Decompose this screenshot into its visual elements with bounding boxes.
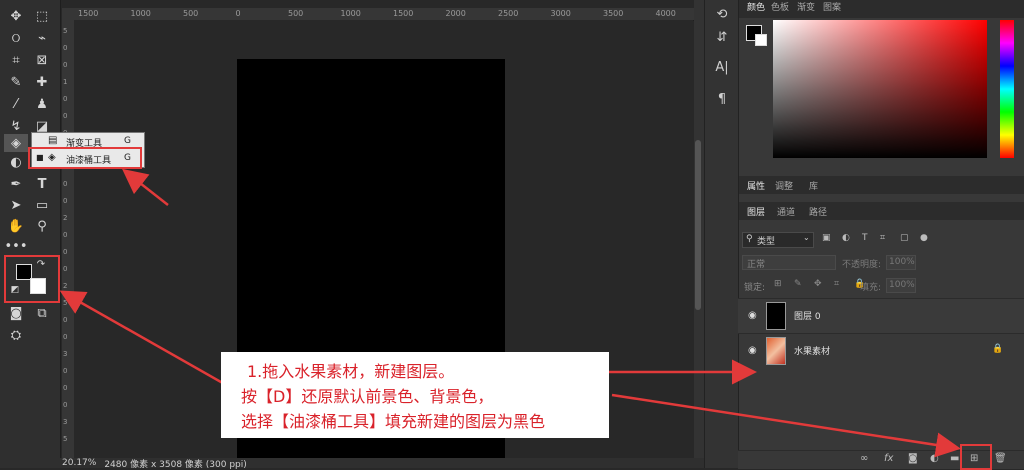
instruction-note: 1.拖入水果素材，新建图层。 按【D】还原默认前景色、背景色， 选择【油漆桶工具… [221,352,609,438]
arrow-to-flyout [122,168,169,206]
note-line-2: 按【D】还原默认前景色、背景色， [241,387,494,406]
arrow-to-new-layer [611,393,961,458]
note-line-1: 1.拖入水果素材，新建图层。 [247,362,455,381]
arrow-to-swatches [59,290,236,392]
note-line-3: 选择【油漆桶工具】填充新建的图层为黑色 [241,412,546,431]
